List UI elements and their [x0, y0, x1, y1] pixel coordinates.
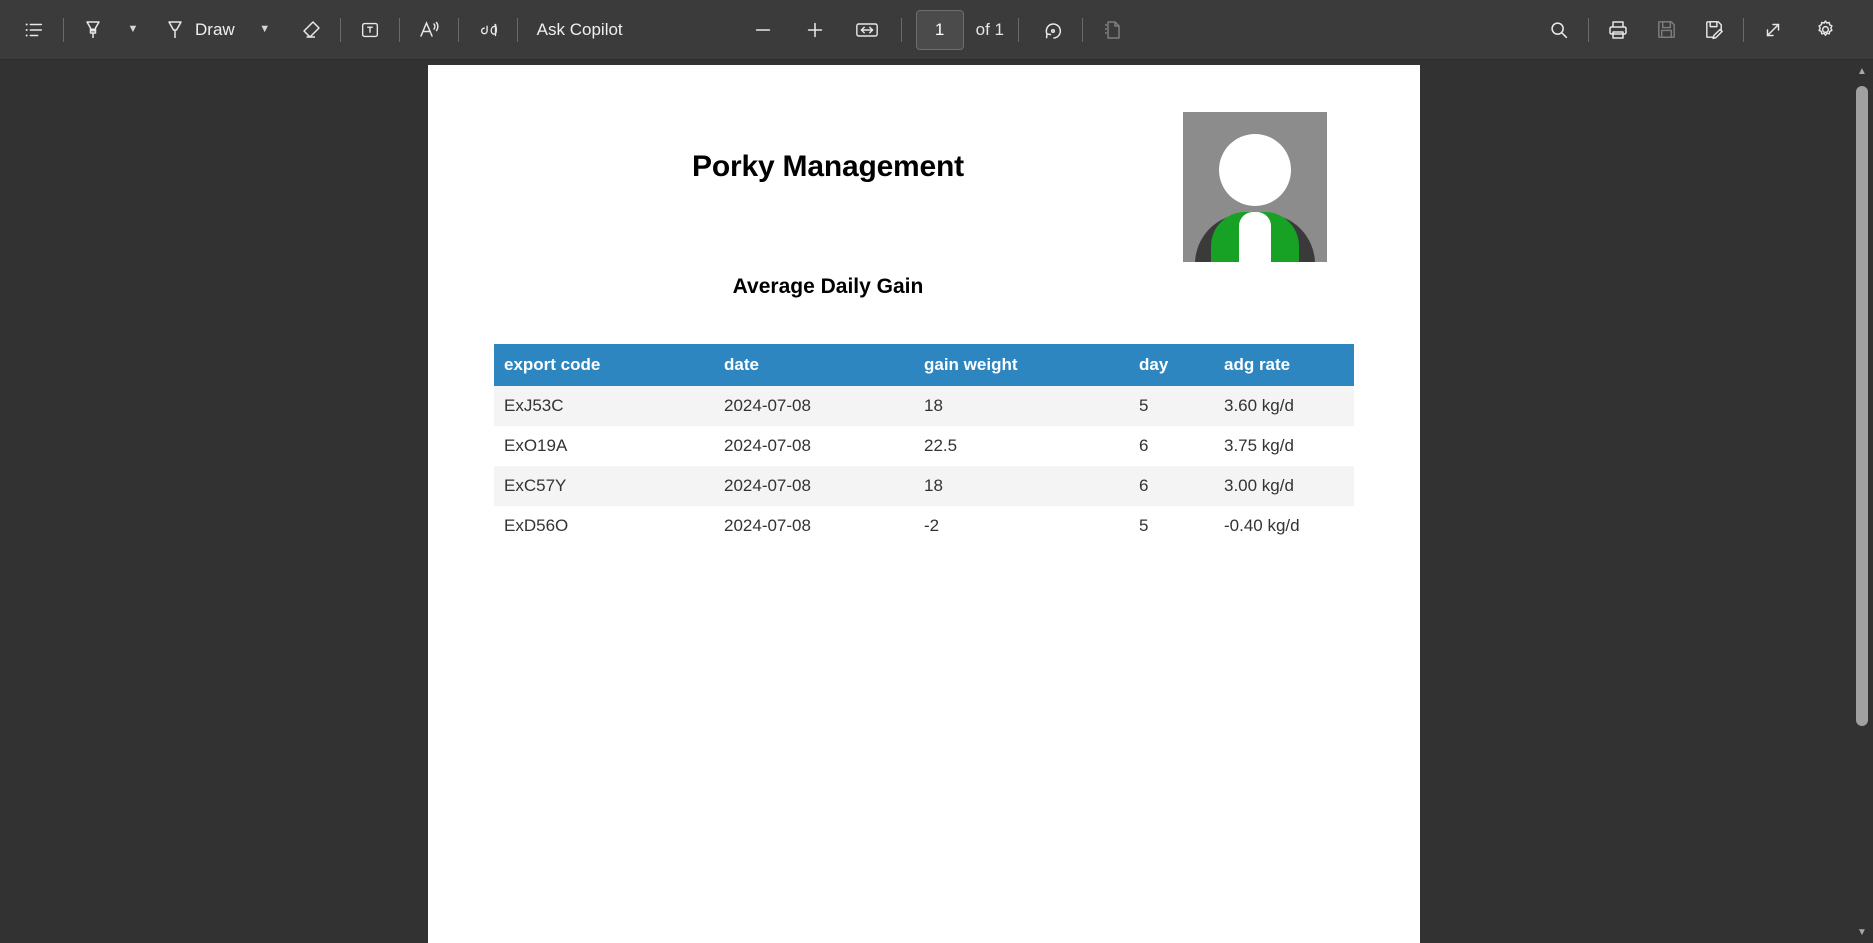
vertical-scrollbar[interactable]: ▲ ▼: [1851, 60, 1873, 943]
column-header-gain-weight: gain weight: [914, 344, 1129, 386]
cell-day: 6: [1139, 476, 1149, 495]
toolbar-separator: [339, 17, 341, 42]
section-subtitle: Average Daily Gain: [732, 275, 924, 298]
translate-icon[interactable]: [468, 10, 508, 50]
ask-copilot-button[interactable]: Ask Copilot: [527, 10, 633, 50]
scroll-down-arrow-icon[interactable]: ▼: [1851, 921, 1873, 943]
eraser-icon[interactable]: [291, 10, 331, 50]
cell-gain-weight: 22.5: [924, 436, 958, 455]
cell-adg-rate: 3.60 kg/d: [1224, 396, 1294, 415]
toolbar-separator: [900, 17, 902, 42]
cell-adg-rate: -0.40 kg/d: [1224, 516, 1300, 535]
draw-chevron-down-icon[interactable]: ▼: [245, 10, 285, 50]
save-as-icon[interactable]: [1694, 10, 1734, 50]
rotate-icon[interactable]: [1033, 10, 1073, 50]
cell-adg-rate: 3.75 kg/d: [1224, 436, 1294, 455]
cell-adg-rate: 3.00 kg/d: [1224, 476, 1294, 495]
cell-day: 5: [1139, 396, 1149, 415]
cell-export-code: ExC57Y: [504, 476, 567, 495]
page-layout-icon[interactable]: [1092, 10, 1132, 50]
toolbar-separator: [1082, 17, 1084, 42]
page-number-input[interactable]: 1: [915, 9, 964, 50]
table-row: ExO19A 2024-07-08 22.5 6 3.75 kg/d: [494, 426, 1354, 466]
fit-to-width-icon[interactable]: [847, 10, 887, 50]
toolbar-separator: [1743, 17, 1744, 42]
document-header: Porky Management: [428, 65, 1420, 265]
column-header-day: day: [1129, 344, 1214, 386]
cell-gain-weight: 18: [924, 396, 943, 415]
draw-tool-label: Draw: [195, 19, 235, 39]
cell-gain-weight: -2: [924, 516, 940, 535]
table-row: ExC57Y 2024-07-08 18 6 3.00 kg/d: [494, 466, 1354, 506]
draw-tool-button[interactable]: Draw: [153, 10, 245, 50]
ask-copilot-label: Ask Copilot: [536, 19, 623, 39]
zoom-in-button[interactable]: [795, 10, 835, 50]
cell-export-code: ExD56O: [504, 516, 569, 535]
column-header-date: date: [714, 344, 914, 386]
cell-date: 2024-07-08: [724, 516, 811, 535]
cell-export-code: ExO19A: [504, 436, 568, 455]
print-icon[interactable]: [1598, 10, 1638, 50]
cell-day: 5: [1139, 516, 1149, 535]
cell-date: 2024-07-08: [724, 396, 811, 415]
page-count-label: of 1: [975, 19, 1005, 39]
table-of-contents-icon[interactable]: [14, 10, 54, 50]
add-text-icon[interactable]: [350, 10, 390, 50]
toolbar-separator: [63, 17, 64, 42]
toolbar-separator: [1018, 17, 1020, 42]
highlighter-chevron-down-icon[interactable]: ▼: [113, 10, 153, 50]
column-header-adg-rate: adg rate: [1214, 344, 1354, 386]
pdf-toolbar: ▼ Draw ▼ Ask Copilot 1 of 1: [0, 0, 1873, 60]
profile-avatar-image: [1183, 112, 1327, 262]
column-header-export-code: export code: [494, 344, 714, 386]
zoom-out-button[interactable]: [743, 10, 783, 50]
toolbar-separator: [398, 17, 400, 42]
read-aloud-icon[interactable]: [409, 10, 449, 50]
avatar-shirt: [1239, 212, 1271, 262]
page-title: Porky Management: [692, 150, 964, 183]
page-number-value: 1: [934, 19, 945, 39]
cell-export-code: ExJ53C: [504, 396, 564, 415]
cell-day: 6: [1139, 436, 1149, 455]
document-page: Porky Management Average Daily Gain expo…: [428, 65, 1420, 943]
avatar-head: [1219, 134, 1291, 206]
table-row: ExJ53C 2024-07-08 18 5 3.60 kg/d: [494, 386, 1354, 426]
pdf-viewer-area: Porky Management Average Daily Gain expo…: [0, 60, 1873, 943]
table-header-row: export code date gain weight day adg rat…: [494, 344, 1354, 386]
table-row: ExD56O 2024-07-08 -2 5 -0.40 kg/d: [494, 506, 1354, 546]
highlighter-icon[interactable]: [73, 10, 113, 50]
cell-gain-weight: 18: [924, 476, 943, 495]
save-icon[interactable]: [1646, 10, 1686, 50]
search-icon[interactable]: [1539, 10, 1579, 50]
cell-date: 2024-07-08: [724, 476, 811, 495]
toolbar-separator: [457, 17, 459, 42]
cell-date: 2024-07-08: [724, 436, 811, 455]
scroll-up-arrow-icon[interactable]: ▲: [1851, 60, 1873, 82]
gear-icon[interactable]: [1805, 10, 1845, 50]
average-daily-gain-table: export code date gain weight day adg rat…: [494, 344, 1354, 546]
scrollbar-thumb[interactable]: [1856, 86, 1868, 726]
toolbar-separator: [1588, 17, 1589, 42]
toolbar-separator: [516, 17, 518, 42]
fullscreen-icon[interactable]: [1753, 10, 1793, 50]
